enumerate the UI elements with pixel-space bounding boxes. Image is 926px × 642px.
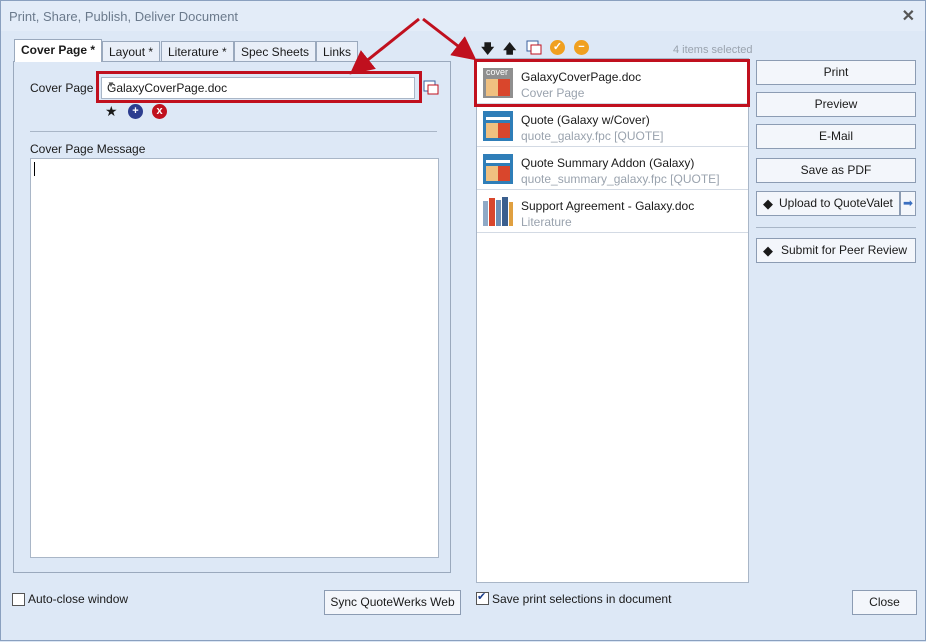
auto-close-checkbox[interactable] [12, 593, 25, 606]
auto-close-label: Auto-close window [28, 592, 129, 606]
list-item[interactable]: Support Agreement - Galaxy.doc Literatur… [477, 190, 748, 233]
list-item-sub: Literature [521, 215, 572, 229]
save-print-checkbox[interactable]: ✔ [476, 591, 489, 605]
dialog-window: Print, Share, Publish, Deliver Document … [0, 0, 926, 641]
email-button[interactable]: E-Mail [756, 124, 916, 149]
list-item-name: Quote (Galaxy w/Cover) [521, 113, 650, 127]
folder-icon[interactable] [526, 39, 542, 55]
divider [756, 227, 916, 228]
quote-thumb-icon [483, 154, 513, 184]
list-item-name: Support Agreement - Galaxy.doc [521, 199, 695, 213]
check-circle-icon[interactable]: ✓ [550, 40, 565, 55]
peer-review-label: Submit for Peer Review [781, 243, 908, 257]
quotevalet-icon: ◆ [763, 243, 773, 258]
upload-label: Upload to QuoteValet [779, 196, 893, 210]
check-icon: ✔ [477, 591, 487, 603]
list-item-sub: quote_summary_galaxy.fpc [QUOTE] [521, 172, 720, 186]
print-button[interactable]: Print [756, 60, 916, 85]
upload-arrow-icon[interactable]: ➡ [900, 191, 916, 216]
document-list[interactable]: cover GalaxyCoverPage.doc Cover Page Quo… [476, 58, 749, 583]
save-print-label: Save print selections in document [492, 592, 672, 606]
save-pdf-button[interactable]: Save as PDF [756, 158, 916, 183]
submit-peer-review-button[interactable]: ◆ Submit for Peer Review [756, 238, 916, 263]
preview-button[interactable]: Preview [756, 92, 916, 117]
list-item[interactable]: Quote Summary Addon (Galaxy) quote_summa… [477, 147, 748, 190]
selected-count: 4 items selected [673, 44, 753, 56]
list-item[interactable]: Quote (Galaxy w/Cover) quote_galaxy.fpc … [477, 104, 748, 147]
sync-button[interactable]: Sync QuoteWerks Web [324, 590, 461, 615]
quote-thumb-icon [483, 111, 513, 141]
highlight-box-list-item [474, 59, 750, 107]
close-button[interactable]: Close [852, 590, 917, 615]
minus-circle-icon[interactable]: − [574, 40, 589, 55]
quotevalet-icon: ◆ [763, 196, 773, 211]
list-item-sub: quote_galaxy.fpc [QUOTE] [521, 129, 664, 143]
list-item-name: Quote Summary Addon (Galaxy) [521, 156, 695, 170]
books-icon [483, 197, 513, 227]
upload-quotevalet-button[interactable]: ◆ Upload to QuoteValet [756, 191, 900, 216]
tab-cover-page[interactable]: Cover Page * [14, 39, 103, 62]
